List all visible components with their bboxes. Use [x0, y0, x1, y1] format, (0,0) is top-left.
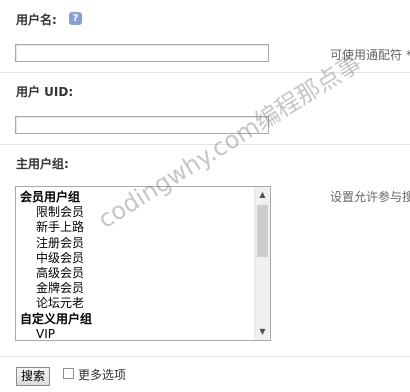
- option-item[interactable]: 限制会员: [20, 205, 250, 220]
- more-options-checkbox[interactable]: [63, 368, 74, 379]
- option-item[interactable]: 注册会员: [20, 236, 250, 251]
- group-options: 会员用户组 限制会员 新手上路 注册会员 中级会员 高级会员 金牌会员 论坛元老 自定义用户组 V…: [20, 190, 250, 340]
- option-item[interactable]: 金牌会员: [20, 281, 250, 296]
- divider: [0, 144, 410, 145]
- help-icon[interactable]: ?: [69, 12, 82, 25]
- group-hint: 设置允许参与搜: [330, 190, 410, 204]
- option-item[interactable]: 中级会员: [20, 251, 250, 266]
- scrollbar[interactable]: ▲ ▼: [254, 187, 270, 340]
- option-item[interactable]: VIP: [20, 327, 250, 340]
- group-listbox[interactable]: 会员用户组 限制会员 新手上路 注册会员 中级会员 高级会员 金牌会员 论坛元老 自定义用户组 V…: [15, 186, 271, 341]
- uid-input[interactable]: [15, 116, 269, 134]
- scroll-down-arrow-icon[interactable]: ▼: [255, 324, 270, 340]
- username-label: 用户名:: [16, 13, 57, 27]
- username-input[interactable]: [15, 44, 269, 62]
- group-label: 主用户组:: [16, 157, 69, 171]
- option-item[interactable]: 论坛元老: [20, 296, 250, 311]
- more-options-label[interactable]: 更多选项: [78, 366, 126, 383]
- scroll-up-arrow-icon[interactable]: ▲: [255, 187, 270, 203]
- option-item[interactable]: 新手上路: [20, 220, 250, 235]
- divider: [0, 356, 410, 357]
- scrollbar-thumb[interactable]: [257, 205, 268, 257]
- search-button[interactable]: 搜索: [16, 367, 50, 386]
- option-group: 自定义用户组: [20, 311, 93, 326]
- divider: [0, 72, 410, 73]
- uid-label: 用户 UID:: [16, 85, 74, 99]
- option-item[interactable]: 高级会员: [20, 266, 250, 281]
- username-hint: 可使用通配符 *: [330, 48, 410, 62]
- option-group: 会员用户组: [20, 190, 81, 204]
